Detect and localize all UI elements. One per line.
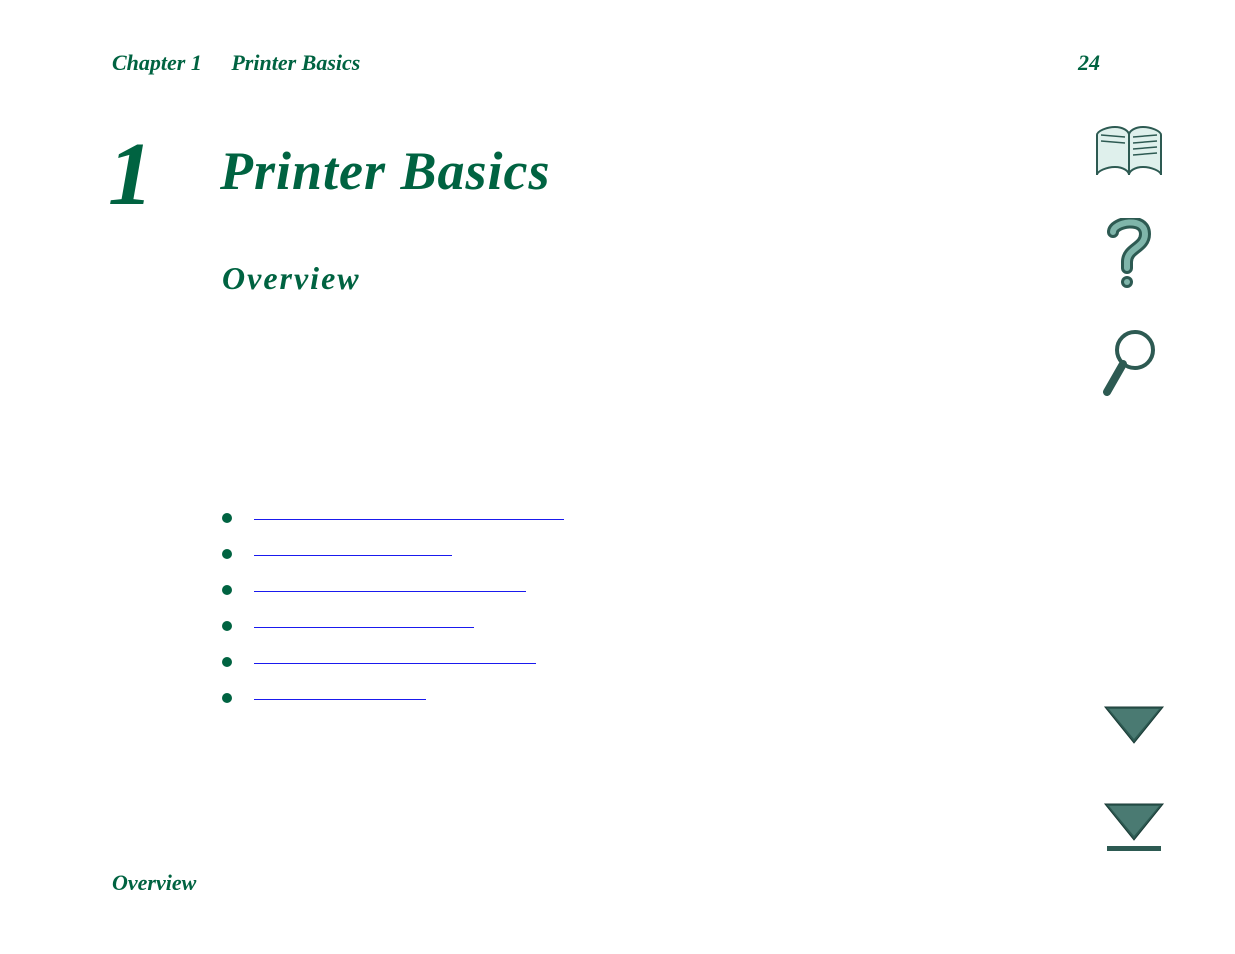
list-item [222,572,564,608]
list-item [222,644,564,680]
page-title: Printer Basics [220,140,551,202]
page-header: Chapter 1 Printer Basics 24 [112,50,1100,76]
down-arrow-icon[interactable] [1103,705,1165,747]
side-toolbar-bottom [1103,705,1165,854]
bullet-icon [222,585,232,595]
side-toolbar-top [1093,125,1165,400]
chapter-label: Chapter 1 [112,50,202,75]
topic-link[interactable] [254,697,426,700]
bullet-icon [222,549,232,559]
help-icon[interactable] [1101,218,1157,290]
down-arrow-bar-icon[interactable] [1103,802,1165,854]
topic-link[interactable] [254,661,536,664]
book-icon[interactable] [1093,125,1165,180]
topic-link[interactable] [254,553,452,556]
list-item [222,680,564,716]
topic-link[interactable] [254,625,474,628]
chapter-number: 1 [108,130,153,220]
topic-link[interactable] [254,517,564,520]
list-item [222,500,564,536]
chapter-title: Printer Basics [231,50,360,75]
bullet-icon [222,513,232,523]
bullet-icon [222,621,232,631]
section-title: Overview [222,260,361,297]
footer-section-label: Overview [112,870,196,896]
list-item [222,536,564,572]
topic-link[interactable] [254,589,526,592]
search-icon[interactable] [1101,328,1157,400]
header-left: Chapter 1 Printer Basics [112,50,384,76]
topic-list [222,500,564,716]
page-number: 24 [1078,50,1100,76]
bullet-icon [222,693,232,703]
bullet-icon [222,657,232,667]
list-item [222,608,564,644]
